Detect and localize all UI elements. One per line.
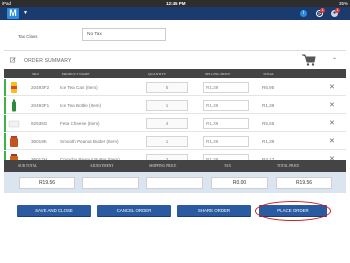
status-bar: iPad 12:45 PM 35%: [0, 0, 350, 7]
product-thumbnail-jar: [10, 136, 18, 147]
quantity-field[interactable]: 1: [146, 100, 188, 111]
battery-level: 35%: [338, 1, 348, 6]
row-total: R5,56: [262, 121, 275, 126]
row-marker: [4, 79, 6, 96]
remove-row-icon[interactable]: ✕: [329, 101, 335, 109]
column-header-product-name: PRODUCT NAME: [62, 72, 90, 76]
items-table-header: SKU PRODUCT NAME QUANTITY SELLING PRICE …: [4, 69, 346, 78]
cancel-order-button[interactable]: CANCEL ORDER: [97, 205, 171, 217]
info-icon[interactable]: i: [300, 10, 307, 17]
row-sku: 20493F2: [31, 85, 50, 90]
remove-row-icon[interactable]: ✕: [329, 83, 335, 91]
row-total: R1,39: [262, 103, 275, 108]
quantity-field[interactable]: 5: [146, 82, 188, 93]
row-total: R6,95: [262, 85, 275, 90]
summary-header-subtotal: SUB TOTAL: [18, 164, 38, 168]
row-sku: 20493F1: [31, 103, 50, 108]
table-row[interactable]: 20493F1 Ice Tea Bottle (Item) 1 R1,39 R1…: [4, 97, 346, 114]
tax-class-label: Tax Class: [18, 34, 38, 39]
row-sku: 36019K: [31, 139, 47, 144]
order-summary-title: ORDER SUMMARY: [24, 58, 72, 64]
table-row[interactable]: 92636G Feta Cheese (Item) 4 R1,39 R5,56 …: [4, 115, 346, 132]
price-field[interactable]: R1,39: [203, 118, 249, 129]
footer-area: [0, 230, 350, 263]
app-header: M ▼ i ⟳ 1 ● 1: [0, 7, 350, 20]
place-order-highlight: [255, 201, 331, 221]
row-sku: 92636G: [31, 121, 48, 126]
quantity-field[interactable]: 1: [146, 136, 188, 147]
product-thumbnail-bottle: [12, 99, 16, 112]
subtotal-field: R19.56: [19, 177, 75, 189]
column-header-total: TOTAL: [263, 72, 275, 76]
summary-header-tax: TAX: [224, 164, 232, 168]
device-label: iPad: [2, 1, 12, 6]
table-row[interactable]: 20493F2 Ice Tea Can (Item) 5 R1,39 R6,95…: [4, 79, 346, 96]
tax-class-field[interactable]: No Tax: [82, 28, 166, 41]
shipping-price-field[interactable]: [146, 177, 203, 189]
price-field[interactable]: R1,39: [203, 82, 249, 93]
quantity-field[interactable]: 4: [146, 118, 188, 129]
summary-values: R19.56 R0.00 R19.56: [4, 172, 346, 193]
adjustment-field[interactable]: [82, 177, 139, 189]
remove-row-icon[interactable]: ✕: [329, 137, 335, 145]
row-product-name: Ice Tea Can (Item): [60, 85, 98, 90]
save-and-close-button[interactable]: SAVE AND CLOSE: [17, 205, 91, 217]
row-product-name: Smooth Peanut Butter (Item): [60, 139, 119, 144]
summary-header-shipping: SHIPPING PRICE: [149, 164, 177, 168]
chevron-down-icon[interactable]: ▼: [23, 10, 28, 16]
column-header-sku: SKU: [32, 72, 40, 76]
app-logo[interactable]: M: [7, 8, 19, 19]
product-thumbnail-can: [11, 82, 17, 93]
cart-icon[interactable]: [302, 54, 316, 66]
remove-row-icon[interactable]: ✕: [329, 119, 335, 127]
product-thumbnail-cheese: [8, 120, 20, 128]
column-header-selling-price: SELLING PRICE: [205, 72, 231, 76]
row-product-name: Ice Tea Bottle (Item): [60, 103, 102, 108]
order-summary-header[interactable]: ORDER SUMMARY ⌃: [4, 50, 346, 69]
edit-icon[interactable]: [10, 57, 16, 63]
clock: 12:45 PM: [166, 1, 186, 6]
summary-header-total: TOTAL PRICE: [277, 164, 300, 168]
row-marker: [4, 115, 6, 132]
share-order-button[interactable]: SHARE ORDER: [177, 205, 251, 217]
row-product-name: Feta Cheese (Item): [60, 121, 100, 126]
row-marker: [4, 97, 6, 114]
total-price-field: R19.56: [276, 177, 332, 189]
price-field[interactable]: R1,39: [203, 100, 249, 111]
user-badge: 1: [335, 8, 340, 13]
tax-field: R0.00: [211, 177, 268, 189]
column-header-quantity: QUANTITY: [148, 72, 167, 76]
table-row[interactable]: 36019K Smooth Peanut Butter (Item) 1 R1,…: [4, 133, 346, 150]
summary-header-adjustment: ADJUSTMENT: [90, 164, 114, 168]
row-total: R1,39: [262, 139, 275, 144]
chevron-up-icon[interactable]: ⌃: [332, 57, 337, 64]
notification-badge: 1: [320, 8, 325, 13]
summary-header: SUB TOTAL ADJUSTMENT SHIPPING PRICE TAX …: [4, 160, 346, 172]
row-marker: [4, 133, 6, 150]
price-field[interactable]: R1,39: [203, 136, 249, 147]
